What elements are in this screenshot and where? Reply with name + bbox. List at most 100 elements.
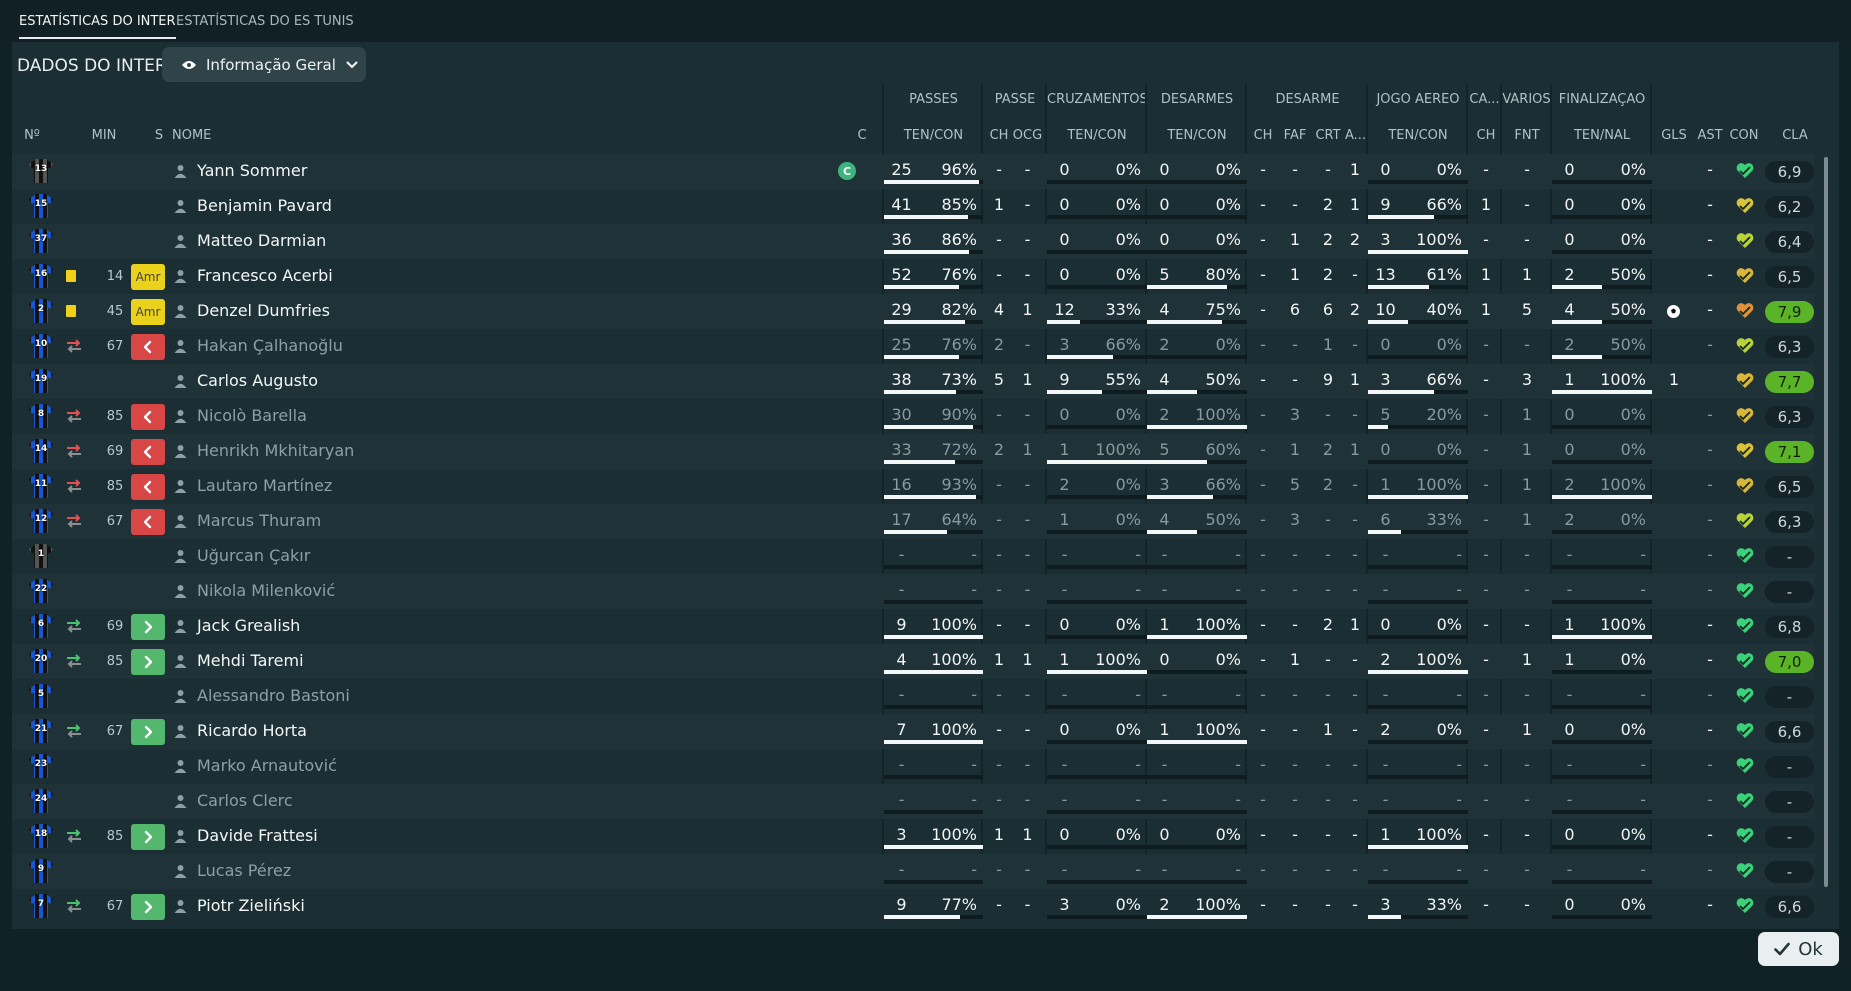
column-header-passe_ch[interactable]: CH [987, 128, 1011, 146]
column-header-passes[interactable]: TEN/CON [884, 128, 983, 146]
stat-ca_ch: - [1483, 475, 1489, 494]
stat-passes-bar [884, 425, 983, 429]
table-scrollbar[interactable] [1824, 157, 1828, 887]
player-profile-icon[interactable] [174, 689, 187, 703]
player-profile-icon[interactable] [174, 409, 187, 423]
player-name[interactable]: Denzel Dumfries [197, 301, 330, 320]
table-row[interactable]: 8 85 Nicolò Barella 30 90% 0 0% 2 100% 5 20% 0 0% - - -… [12, 399, 1814, 434]
player-name[interactable]: Marcus Thuram [197, 511, 321, 530]
player-name[interactable]: Benjamin Pavard [197, 196, 332, 215]
column-header-c[interactable]: C [852, 128, 872, 146]
view-selector-dropdown[interactable]: Informação Geral [162, 47, 366, 82]
column-header-gls[interactable]: GLS [1657, 128, 1691, 146]
player-name[interactable]: Piotr Zieliński [197, 896, 305, 915]
player-name[interactable]: Hakan Çalhanoğlu [197, 336, 343, 355]
table-row[interactable]: 14 69 Henrikh Mkhitaryan 33 72% 1 100% 5 60% 0 0% 0… [12, 434, 1814, 469]
table-row[interactable]: 16 14 Amr Francesco Acerbi 52 76% 0 0% 5 80% 13 61%… [12, 259, 1814, 294]
player-profile-icon[interactable] [174, 234, 187, 248]
player-profile-icon[interactable] [174, 514, 187, 528]
table-row[interactable]: 7 67 Piotr Zieliński 9 77% 3 0% 2 100% 3 33% 0 0% - - -… [12, 889, 1814, 924]
column-header-cla[interactable]: CLA [1775, 128, 1815, 146]
player-name[interactable]: Nicolò Barella [197, 406, 307, 425]
player-name[interactable]: Henrikh Mkhitaryan [197, 441, 354, 460]
column-header-aereo[interactable]: TEN/CON [1368, 128, 1468, 146]
column-header-des_crt[interactable]: CRT [1313, 128, 1343, 146]
ok-button[interactable]: Ok [1758, 932, 1839, 966]
player-name[interactable]: Lautaro Martínez [197, 476, 332, 495]
column-header-fnt[interactable]: FNT [1505, 128, 1549, 146]
stat-ca_ch: - [1483, 335, 1489, 354]
stat-passe_ocg: - [1024, 860, 1031, 879]
player-profile-icon[interactable] [174, 199, 187, 213]
player-name[interactable]: Yann Sommer [197, 161, 307, 180]
column-header-nome[interactable]: NOME [172, 128, 372, 146]
table-row[interactable]: 21 67 Ricardo Horta 7 100% 0 0% 1 100% 2 0% 0 0% - - - -… [12, 714, 1814, 749]
stat-cruz-bar [1047, 670, 1147, 674]
player-profile-icon[interactable] [174, 864, 187, 878]
player-name[interactable]: Ricardo Horta [197, 721, 307, 740]
player-name[interactable]: Nikola Milenković [197, 581, 335, 600]
column-header-s[interactable]: S [148, 128, 170, 146]
player-name[interactable]: Marko Arnautović [197, 756, 337, 775]
table-row[interactable]: 13 Yann Sommer C 25 96% 0 0% 0 0% 0 0% 0 0% - - - - -1- - -… [12, 154, 1814, 189]
column-header-con[interactable]: CON [1727, 128, 1761, 146]
player-name[interactable]: Carlos Augusto [197, 371, 318, 390]
player-name[interactable]: Jack Grealish [197, 616, 300, 635]
table-row[interactable]: 11 85 Lautaro Martínez 16 93% 2 0% 3 66% 1 100% 2 10… [12, 469, 1814, 504]
player-profile-icon[interactable] [174, 164, 187, 178]
column-header-ca_ch[interactable]: CH [1473, 128, 1499, 146]
player-profile-icon[interactable] [174, 759, 187, 773]
column-header-min[interactable]: MIN [81, 128, 127, 146]
player-profile-icon[interactable] [174, 374, 187, 388]
table-row[interactable]: 23 Marko Arnautović - - - - - - - - - - - - - - - - - - - - [12, 749, 1814, 784]
table-row[interactable]: 37 Matteo Darmian 36 86% 0 0% 0 0% 3 100% 0 0% - - -1 2… [12, 224, 1814, 259]
column-header-ast[interactable]: AST [1695, 128, 1725, 146]
player-name[interactable]: Carlos Clerc [197, 791, 293, 810]
table-row[interactable]: 10 67 Hakan Çalhanoğlu 25 76% 3 66% 2 0% 0 0% 2 50% 2… [12, 329, 1814, 364]
player-name[interactable]: Uğurcan Çakır [197, 546, 310, 565]
stat-des_ch: - [1260, 300, 1266, 319]
column-header-no[interactable]: Nº [22, 128, 42, 146]
player-name[interactable]: Matteo Darmian [197, 231, 326, 250]
table-row[interactable]: 9 Lucas Pérez - - - - - - - - - - - - - - - - - - - - [12, 854, 1814, 889]
tab-inter-stats[interactable]: ESTATÍSTICAS DO INTER [19, 14, 176, 39]
table-row[interactable]: 15 Benjamin Pavard 41 85% 0 0% 0 0% 9 66% 0 0% 1- - -2… [12, 189, 1814, 224]
player-profile-icon[interactable] [174, 794, 187, 808]
table-row[interactable]: 2 45 Amr Denzel Dumfries 29 82% 12 33% 4 75% 10 40%… [12, 294, 1814, 329]
player-profile-icon[interactable] [174, 269, 187, 283]
table-row[interactable]: 5 Alessandro Bastoni - - - - - - - - - - - - - - - - - - - - [12, 679, 1814, 714]
player-name[interactable]: Davide Frattesi [197, 826, 318, 845]
column-header-des_ch[interactable]: CH [1252, 128, 1274, 146]
player-profile-icon[interactable] [174, 304, 187, 318]
player-profile-icon[interactable] [174, 829, 187, 843]
column-header-final[interactable]: TEN/NAL [1552, 128, 1652, 146]
column-header-passe_ocg[interactable]: OCG [1012, 128, 1043, 146]
table-row[interactable]: 1 Uğurcan Çakır - - - - - - - - - - - - - - - - - - - - [12, 539, 1814, 574]
player-profile-icon[interactable] [174, 339, 187, 353]
player-profile-icon[interactable] [174, 584, 187, 598]
player-name[interactable]: Mehdi Taremi [197, 651, 304, 670]
stat-des_ch: - [1260, 265, 1266, 284]
column-header-des_faf[interactable]: FAF [1280, 128, 1310, 146]
column-header-desarmes[interactable]: TEN/CON [1147, 128, 1247, 146]
player-profile-icon[interactable] [174, 549, 187, 563]
player-name[interactable]: Lucas Pérez [197, 861, 291, 880]
player-name[interactable]: Francesco Acerbi [197, 266, 333, 285]
player-profile-icon[interactable] [174, 479, 187, 493]
table-row[interactable]: 12 67 Marcus Thuram 17 64% 1 0% 4 50% 6 33% 2 0% - - - 3… [12, 504, 1814, 539]
table-row[interactable]: 22 Nikola Milenković - - - - - - - - - - - - - - - - - - - - [12, 574, 1814, 609]
table-row[interactable]: 6 69 Jack Grealish 9 100% 0 0% 1 100% 0 0% 1 100% - - -… [12, 609, 1814, 644]
player-name[interactable]: Alessandro Bastoni [197, 686, 350, 705]
player-profile-icon[interactable] [174, 619, 187, 633]
tab-es-tunis-stats[interactable]: ESTATÍSTICAS DO ES TUNIS [176, 14, 354, 29]
table-row[interactable]: 20 85 Mehdi Taremi 4 100% 1 100% 0 0% 2 100% 1 0% 1 1-… [12, 644, 1814, 679]
table-row[interactable]: 24 Carlos Clerc - - - - - - - - - - - - - - - - - - - - [12, 784, 1814, 819]
player-profile-icon[interactable] [174, 444, 187, 458]
player-profile-icon[interactable] [174, 724, 187, 738]
table-row[interactable]: 19 Carlos Augusto 38 73% 9 55% 4 50% 3 66% 1 100% 5 1… [12, 364, 1814, 399]
player-profile-icon[interactable] [174, 899, 187, 913]
column-header-des_a[interactable]: A... [1345, 128, 1365, 146]
table-row[interactable]: 18 85 Davide Frattesi 3 100% 0 0% 0 0% 1 100% 0 0% 1 1… [12, 819, 1814, 854]
column-header-cruz[interactable]: TEN/CON [1047, 128, 1147, 146]
player-profile-icon[interactable] [174, 654, 187, 668]
